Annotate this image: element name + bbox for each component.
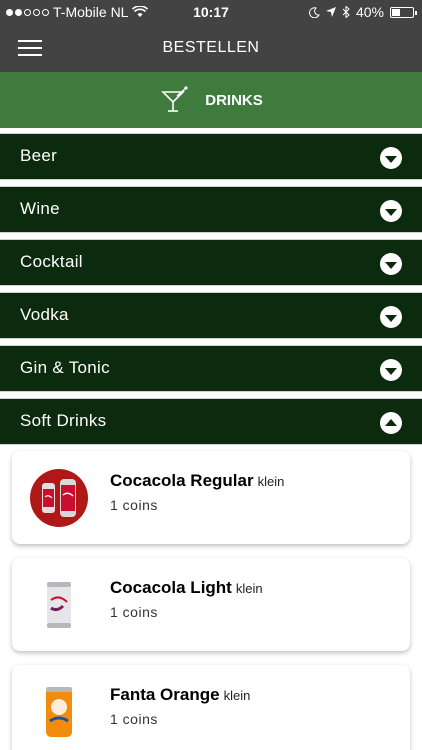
cocktail-glass-icon xyxy=(161,86,188,112)
category-soft-drinks[interactable]: Soft Drinks xyxy=(0,398,422,445)
coca-cola-can-icon xyxy=(30,469,88,527)
nav-bar: BESTELLEN xyxy=(0,26,422,72)
category-list: Beer Wine Cocktail Vodka Gin & Tonic Sof… xyxy=(0,133,422,451)
chevron-down-icon[interactable] xyxy=(380,147,402,169)
status-right: 40% xyxy=(309,4,417,20)
battery-percentage: 40% xyxy=(355,4,384,20)
category-vodka[interactable]: Vodka xyxy=(0,292,422,339)
product-name-line: Fanta Orange klein xyxy=(110,685,250,705)
product-price: 1 coins xyxy=(110,497,158,513)
bluetooth-icon xyxy=(342,6,350,18)
battery-icon xyxy=(390,6,417,18)
category-gin-tonic[interactable]: Gin & Tonic xyxy=(0,345,422,392)
product-name: Fanta Orange xyxy=(110,685,220,704)
fanta-can-icon xyxy=(46,687,72,737)
chevron-up-icon[interactable] xyxy=(380,412,402,434)
category-label: Wine xyxy=(20,199,60,218)
product-name-line: Cocacola Regular klein xyxy=(110,471,284,491)
chevron-down-icon[interactable] xyxy=(380,200,402,222)
product-card[interactable]: Cocacola Light klein 1 coins xyxy=(12,558,410,651)
category-cocktail[interactable]: Cocktail xyxy=(0,239,422,286)
coca-cola-light-can-icon xyxy=(47,582,71,628)
product-list: Cocacola Regular klein 1 coins Cocacola L… xyxy=(0,451,422,750)
section-title: DRINKS xyxy=(205,91,263,109)
category-label: Gin & Tonic xyxy=(20,358,110,377)
status-bar: T-Mobile NL 10:17 40% xyxy=(0,0,422,26)
product-price: 1 coins xyxy=(110,604,158,620)
product-size: klein xyxy=(257,474,285,489)
product-size: klein xyxy=(235,581,263,596)
product-name: Cocacola Light xyxy=(110,578,232,597)
chevron-down-icon[interactable] xyxy=(380,359,402,381)
category-beer[interactable]: Beer xyxy=(0,133,422,180)
location-arrow-icon xyxy=(325,7,336,17)
product-name-line: Cocacola Light klein xyxy=(110,578,263,598)
category-label: Beer xyxy=(20,146,58,165)
product-size: klein xyxy=(223,688,251,703)
section-header: DRINKS xyxy=(0,72,422,128)
product-price: 1 coins xyxy=(110,711,158,727)
product-card[interactable]: Fanta Orange klein 1 coins xyxy=(12,665,410,750)
page-title: BESTELLEN xyxy=(162,39,260,56)
product-name: Cocacola Regular xyxy=(110,471,254,490)
category-label: Cocktail xyxy=(20,252,83,271)
product-card[interactable]: Cocacola Regular klein 1 coins xyxy=(12,451,410,544)
chevron-down-icon[interactable] xyxy=(380,253,402,275)
category-label: Soft Drinks xyxy=(20,411,107,430)
moon-icon xyxy=(309,6,320,18)
category-label: Vodka xyxy=(20,305,69,324)
chevron-down-icon[interactable] xyxy=(380,306,402,328)
category-wine[interactable]: Wine xyxy=(0,186,422,233)
